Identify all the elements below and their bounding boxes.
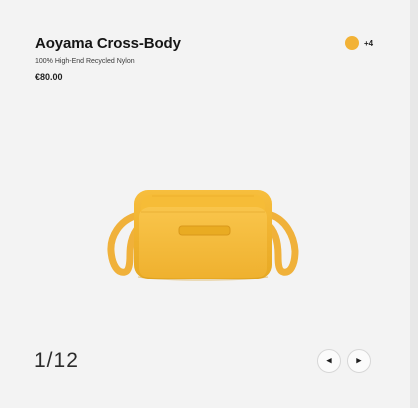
product-card: Aoyama Cross-Body 100% High-End Recycled…: [0, 0, 410, 408]
product-price: €80.00: [35, 72, 63, 82]
previous-image-button[interactable]: ◀: [317, 349, 341, 373]
front-panel: [139, 207, 267, 278]
product-title: Aoyama Cross-Body: [35, 35, 181, 52]
chevron-right-icon: ▶: [356, 357, 362, 364]
selected-color-swatch[interactable]: [345, 36, 359, 50]
more-colors-count[interactable]: +4: [364, 39, 373, 48]
scrollbar-track[interactable]: [410, 0, 418, 408]
front-logo-patch: [178, 225, 231, 236]
next-image-button[interactable]: ▶: [347, 349, 371, 373]
product-material: 100% High-End Recycled Nylon: [35, 58, 135, 65]
gallery-counter: 1/12: [34, 349, 79, 372]
product-image: [107, 190, 299, 281]
chevron-left-icon: ◀: [326, 357, 332, 364]
product-page: Aoyama Cross-Body 100% High-End Recycled…: [0, 0, 418, 408]
color-selector: +4: [345, 36, 373, 50]
